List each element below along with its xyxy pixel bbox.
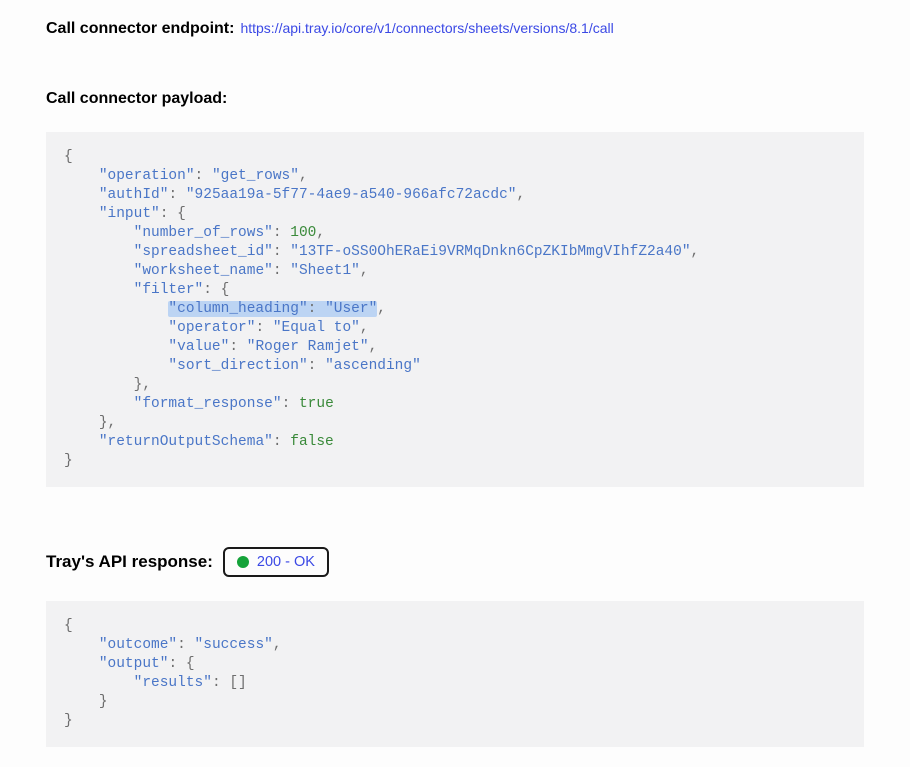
payload-code-block[interactable]: { "operation": "get_rows", "authId": "92… — [46, 132, 864, 487]
status-badge: 200 - OK — [223, 547, 329, 577]
response-row: Tray's API response: 200 - OK — [46, 547, 864, 577]
response-code-block[interactable]: { "outcome": "success", "output": { "res… — [46, 601, 864, 747]
endpoint-label: Call connector endpoint: — [46, 20, 234, 38]
payload-label: Call connector payload: — [46, 90, 864, 108]
status-text: 200 - OK — [257, 554, 315, 570]
endpoint-link[interactable]: https://api.tray.io/core/v1/connectors/s… — [240, 20, 613, 36]
response-label: Tray's API response: — [46, 552, 213, 572]
endpoint-row: Call connector endpoint: https://api.tra… — [46, 20, 864, 42]
status-dot-icon — [237, 556, 249, 568]
